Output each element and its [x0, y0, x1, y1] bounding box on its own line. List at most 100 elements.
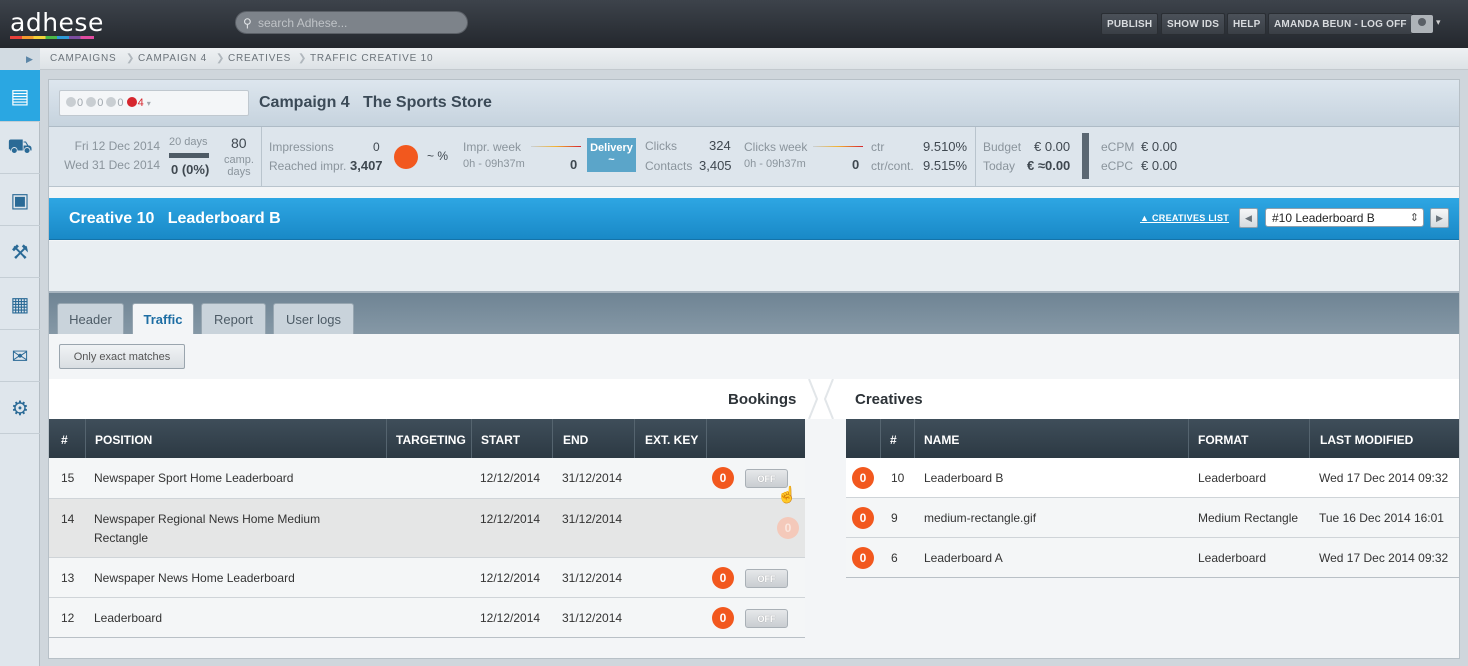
row-id: 15 [61, 471, 75, 485]
count-badge: 0 [712, 467, 734, 489]
tab-report[interactable]: Report [201, 303, 266, 334]
table-row[interactable]: 0 9 medium-rectangle.gif Medium Rectangl… [846, 498, 1459, 538]
ctr-label: ctr [871, 140, 885, 154]
camp-days-label: camp. days [224, 154, 254, 178]
mail-icon[interactable]: ✉ [0, 330, 40, 382]
toggle-switch[interactable]: OFF [745, 569, 788, 588]
count-badge: 0 [852, 507, 874, 529]
row-start: 12/12/2014 [480, 611, 541, 625]
only-exact-matches-button[interactable]: Only exact matches [59, 344, 185, 369]
publish-button[interactable]: PUBLISH [1101, 13, 1159, 35]
column-header: # [890, 433, 897, 447]
column-header[interactable]: NAME [924, 433, 959, 447]
budget-gauge [1082, 133, 1089, 179]
delivery-label: Delivery [590, 142, 633, 154]
campaigns-icon[interactable]: ▤ [0, 70, 40, 122]
table-row[interactable]: 12 Leaderboard 12/12/2014 31/12/2014 0 O… [49, 598, 805, 638]
column-header[interactable]: POSITION [95, 433, 152, 447]
help-button[interactable]: HELP [1227, 13, 1267, 35]
breadcrumb-campaign-4[interactable]: CAMPAIGN 4 [138, 53, 207, 64]
delivery-badge: Delivery ~ [587, 138, 636, 172]
search-input[interactable]: ⚲ search Adhese... [235, 11, 468, 34]
wrench-icon[interactable]: ⚙ [0, 382, 40, 434]
reached-label: Reached impr. [269, 159, 347, 173]
toggle-switch[interactable]: OFF [745, 609, 788, 628]
row-modified: Wed 17 Dec 2014 09:32 [1319, 551, 1449, 565]
column-header[interactable]: END [563, 433, 588, 447]
calendar-icon[interactable]: ▦ [0, 278, 40, 330]
row-id: 13 [61, 571, 75, 585]
campaign-stats: Fri 12 Dec 2014 Wed 31 Dec 2014 20 days … [49, 127, 1459, 187]
status-filter[interactable]: 0 0 0 4 ▾ [59, 90, 249, 116]
clicks-week-label: Clicks week [744, 140, 808, 154]
count-badge: 0 [712, 607, 734, 629]
divider [1309, 419, 1310, 458]
row-modified: Tue 16 Dec 2014 16:01 [1319, 511, 1444, 525]
status-count: 4 [137, 97, 144, 109]
bookings-table-header: # POSITION TARGETING START END EXT. KEY [49, 419, 805, 458]
truck-icon[interactable]: ⛟ [0, 122, 40, 174]
impressions-label: Impressions [269, 140, 334, 154]
column-header[interactable]: START [481, 433, 520, 447]
column-header[interactable]: EXT. KEY [645, 433, 698, 447]
section-header: Bookings Creatives [49, 379, 1459, 419]
creative-preview-area [49, 241, 1459, 293]
briefcase-icon[interactable]: ▣ [0, 174, 40, 226]
row-modified: Wed 17 Dec 2014 09:32 [1319, 471, 1449, 485]
table-row[interactable]: 15 Newspaper Sport Home Leaderboard 12/1… [49, 458, 805, 499]
contacts-label: Contacts [645, 159, 693, 173]
ecpc-value: € 0.00 [1141, 158, 1178, 173]
days-progress-bar [169, 153, 209, 158]
impr-week-value: 0 [570, 157, 578, 172]
divider [386, 419, 387, 458]
row-end: 31/12/2014 [562, 471, 623, 485]
sidebar-toggle-icon[interactable]: ▶ [0, 48, 40, 70]
table-row[interactable]: 0 6 Leaderboard A Leaderboard Wed 17 Dec… [846, 538, 1459, 578]
creatives-list-link[interactable]: ▲ CREATIVES LIST [1140, 213, 1229, 223]
row-position: Leaderboard [94, 611, 163, 625]
adhese-logo[interactable]: adhese [10, 8, 104, 37]
creative-select[interactable]: #10 Leaderboard B [1265, 208, 1424, 227]
previous-creative-button[interactable]: ◀ [1239, 208, 1258, 228]
tools-icon[interactable]: ⚒ [0, 226, 40, 278]
column-header[interactable]: TARGETING [396, 433, 466, 447]
impr-week-label: Impr. week [463, 140, 522, 154]
budget-label: Budget [983, 140, 1022, 154]
count-badge: 0 [777, 517, 799, 539]
play-status-icon [86, 97, 97, 107]
tab-bar: Header Traffic Report User logs [49, 293, 1459, 335]
creative-title: Creative 10 Leaderboard B [69, 210, 281, 228]
breadcrumb-campaigns[interactable]: CAMPAIGNS [50, 53, 116, 64]
tab-header[interactable]: Header [57, 303, 124, 334]
camp-days-value: 80 [231, 135, 247, 151]
ecpc-label: eCPC [1101, 159, 1134, 173]
chevron-down-icon[interactable]: ▾ [1436, 17, 1441, 28]
user-avatar-icon[interactable] [1411, 15, 1433, 33]
row-end: 31/12/2014 [562, 512, 623, 526]
divider [1188, 419, 1189, 458]
today-label: Today [983, 159, 1016, 173]
sidebar: ▶ ▤ ⛟ ▣ ⚒ ▦ ✉ ⚙ [0, 48, 40, 666]
row-position: Newspaper Sport Home Leaderboard [94, 471, 294, 485]
row-start: 12/12/2014 [480, 512, 541, 526]
breadcrumb-creatives[interactable]: CREATIVES [228, 53, 291, 64]
logoff-button[interactable]: AMANDA BEUN - LOG OFF [1268, 13, 1413, 35]
table-row[interactable]: 13 Newspaper News Home Leaderboard 12/12… [49, 558, 805, 598]
breadcrumb-separator: ❯ [216, 53, 226, 64]
table-row[interactable]: 14 Newspaper Regional News Home Medium R… [49, 499, 805, 558]
row-id: 14 [61, 512, 75, 526]
tab-traffic[interactable]: Traffic [132, 303, 194, 335]
chevron-separator-icon [808, 379, 834, 419]
divider [706, 419, 707, 458]
tab-user-logs[interactable]: User logs [273, 303, 354, 334]
hand-cursor-icon: ☝ [777, 487, 797, 504]
draft-status-icon [66, 97, 76, 107]
column-header[interactable]: LAST MODIFIED [1320, 433, 1413, 447]
table-row[interactable]: 0 10 Leaderboard B Leaderboard Wed 17 De… [846, 458, 1459, 498]
search-icon: ⚲ [243, 16, 252, 30]
next-creative-button[interactable]: ▶ [1430, 208, 1449, 228]
impressions-value: 0 [373, 140, 380, 154]
column-header[interactable]: FORMAT [1198, 433, 1248, 447]
check-status-icon [126, 97, 137, 107]
show-ids-button[interactable]: SHOW IDS [1161, 13, 1226, 35]
